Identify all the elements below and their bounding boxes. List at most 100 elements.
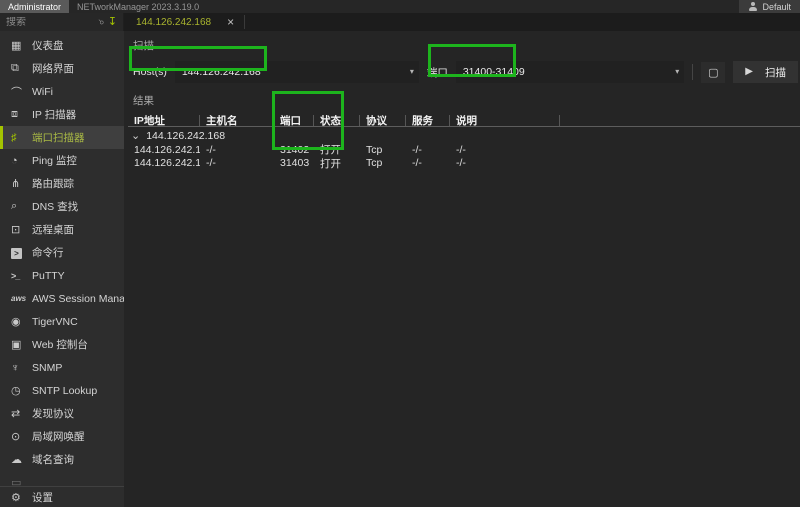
port-combobox[interactable]: ▾ (456, 61, 684, 83)
col-hostname[interactable]: 主机名 (200, 115, 274, 126)
cell-port: 31402 (274, 144, 314, 156)
sidebar-item-wifi[interactable]: ⌒ WiFi (0, 80, 124, 103)
remote-desktop-icon: ⊡ (11, 223, 32, 236)
scan-button[interactable]: ▶ 扫描 (733, 61, 798, 83)
app-title: NETworkManager 2023.3.19.0 (69, 0, 207, 13)
cell-hostname: -/- (200, 157, 274, 169)
port-input[interactable] (463, 66, 671, 78)
sidebar-item-putty[interactable]: >_ PuTTY (0, 264, 124, 287)
ping-monitor-icon: ◔ (11, 155, 32, 167)
col-filler (560, 115, 800, 126)
putty-icon: >_ (11, 271, 32, 281)
sidebar-item-wake-on-lan[interactable]: ⊙ 局域网唤醒 (0, 425, 124, 448)
sidebar-item-ip-scanner[interactable]: ⧈ IP 扫描器 (0, 103, 124, 126)
cell-service: -/- (406, 144, 450, 156)
port-label: 端口 (427, 65, 448, 80)
sidebar-item-traceroute[interactable]: ⋔ 路由跟踪 (0, 172, 124, 195)
tab-port-scan[interactable]: 144.126.242.168 × (124, 13, 244, 31)
col-service[interactable]: 服务 (406, 115, 450, 126)
profiles-button[interactable]: ▢ (701, 62, 725, 83)
sidebar-item-whois[interactable]: ☁ 域名查询 (0, 448, 124, 471)
cell-protocol: Tcp (360, 157, 406, 169)
folder-search-icon: ▢ (708, 66, 718, 79)
scan-button-label: 扫描 (765, 65, 786, 80)
cell-description: -/- (450, 157, 560, 169)
dns-lookup-icon: ⌕ (11, 200, 32, 213)
results-table: IP地址 主机名 端口 状态 协议 服务 说明 ⌄ 144.126.242.16… (128, 114, 800, 170)
pin-icon[interactable]: ↧ (108, 17, 117, 28)
traceroute-icon: ⋔ (11, 177, 32, 190)
chevron-down-icon[interactable]: ▾ (410, 68, 414, 76)
profile-label: Default (762, 2, 791, 12)
sidebar-item-powershell[interactable]: > 命令行 (0, 241, 124, 264)
sidebar: ▦ 仪表盘 ⧉ 网络界面 ⌒ WiFi ⧈ IP 扫描器 ♯ 端口扫描器 ◔ P… (0, 31, 124, 507)
network-interface-icon: ⧉ (11, 62, 32, 75)
aws-icon: aws (11, 294, 32, 303)
cell-service: -/- (406, 157, 450, 169)
gear-icon: ⚙ (11, 491, 32, 504)
cell-protocol: Tcp (360, 144, 406, 156)
results-group-row[interactable]: ⌄ 144.126.242.168 (128, 129, 800, 143)
sidebar-item-discovery-protocol[interactable]: ⇄ 发现协议 (0, 402, 124, 425)
tab-bar: 144.126.242.168 × (124, 13, 800, 31)
profile-button[interactable]: Default (739, 0, 800, 13)
port-scanner-icon: ♯ (11, 132, 32, 144)
second-row: ⌕ ↧ 144.126.242.168 × (0, 13, 800, 31)
sidebar-item-remote-desktop[interactable]: ⊡ 远程桌面 (0, 218, 124, 241)
sidebar-item-web-console[interactable]: ▣ Web 控制台 (0, 333, 124, 356)
sidebar-item-settings[interactable]: ⚙ 设置 (0, 486, 124, 507)
col-port[interactable]: 端口 (274, 115, 314, 126)
search-input[interactable] (6, 17, 96, 28)
powershell-icon: > (11, 247, 32, 259)
cell-ip: 144.126.242.168 (128, 157, 200, 169)
col-status[interactable]: 状态 (314, 115, 360, 126)
sidebar-item-sntp-lookup[interactable]: ◷ SNTP Lookup (0, 379, 124, 402)
col-protocol[interactable]: 协议 (360, 115, 406, 126)
tab-label: 144.126.242.168 (136, 17, 211, 28)
sidebar-item-tigervnc[interactable]: ◉ TigerVNC (0, 310, 124, 333)
snmp-icon: ♆ (11, 362, 32, 374)
discovery-protocol-icon: ⇄ (11, 407, 32, 420)
eye-icon: ◉ (11, 315, 32, 328)
chevron-down-icon[interactable]: ▾ (675, 68, 679, 76)
ip-scanner-icon: ⧈ (11, 108, 32, 121)
whois-cloud-icon: ☁ (11, 453, 32, 466)
scan-section-title: 扫描 (133, 38, 800, 53)
search-icon: ⌕ (95, 19, 106, 25)
table-row[interactable]: 144.126.242.168 -/- 31402 打开 Tcp -/- -/- (128, 143, 800, 157)
sidebar-item-port-scanner[interactable]: ♯ 端口扫描器 (0, 126, 124, 149)
cell-hostname: -/- (200, 144, 274, 156)
sidebar-item-network-interface[interactable]: ⧉ 网络界面 (0, 57, 124, 80)
sidebar-item-dashboard[interactable]: ▦ 仪表盘 (0, 34, 124, 57)
group-ip: 144.126.242.168 (146, 130, 225, 142)
col-ip-address[interactable]: IP地址 (128, 115, 200, 126)
table-row[interactable]: 144.126.242.168 -/- 31403 打开 Tcp -/- -/- (128, 157, 800, 171)
tab-separator (244, 15, 245, 29)
col-description[interactable]: 说明 (450, 115, 560, 126)
power-icon: ⊙ (11, 430, 32, 443)
sidebar-search: ⌕ ↧ (0, 13, 124, 31)
sidebar-item-aws-session-manager[interactable]: aws AWS Session Manager (0, 287, 124, 310)
cell-port: 31403 (274, 157, 314, 169)
titlebar: Administrator NETworkManager 2023.3.19.0… (0, 0, 800, 13)
toolbar-divider (692, 64, 693, 80)
port-scanner-view: 扫描 Host(s) ▾ 端口 ▾ ▢ ▶ 扫描 结果 IP (124, 31, 800, 507)
cell-ip: 144.126.242.168 (128, 144, 200, 156)
sidebar-item-dns-lookup[interactable]: ⌕ DNS 查找 (0, 195, 124, 218)
sidebar-item-ping-monitor[interactable]: ◔ Ping 监控 (0, 149, 124, 172)
results-table-header: IP地址 主机名 端口 状态 协议 服务 说明 (128, 114, 800, 127)
chevron-expander-icon[interactable]: ⌄ (131, 133, 140, 140)
tab-close-icon[interactable]: × (227, 16, 234, 28)
web-console-icon: ▣ (11, 338, 32, 351)
results-section-title: 结果 (133, 93, 800, 108)
clock-icon: ◷ (11, 384, 32, 397)
sidebar-nav: ▦ 仪表盘 ⧉ 网络界面 ⌒ WiFi ⧈ IP 扫描器 ♯ 端口扫描器 ◔ P… (0, 31, 124, 494)
play-icon: ▶ (745, 67, 753, 77)
person-icon (748, 2, 757, 11)
titlebar-spacer (207, 0, 739, 13)
host-combobox[interactable]: ▾ (175, 61, 419, 83)
wifi-icon: ⌒ (11, 84, 32, 100)
host-input[interactable] (182, 66, 406, 78)
dashboard-icon: ▦ (11, 39, 32, 52)
sidebar-item-snmp[interactable]: ♆ SNMP (0, 356, 124, 379)
